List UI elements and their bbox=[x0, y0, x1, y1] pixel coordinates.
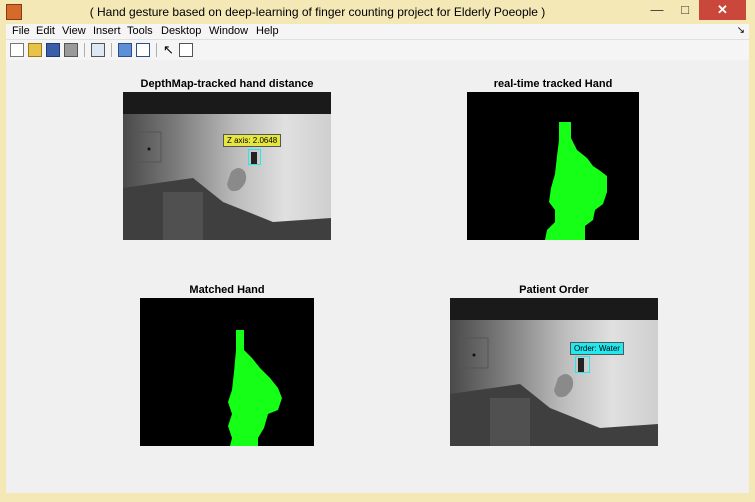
close-button[interactable]: ✕ bbox=[699, 0, 746, 20]
menu-edit[interactable]: Edit bbox=[36, 25, 55, 37]
tracked-hand-mask bbox=[545, 122, 607, 240]
window-title: ( Hand gesture based on deep-learning of… bbox=[89, 5, 546, 19]
hand-tracking-box bbox=[575, 356, 590, 373]
depth-map-scene bbox=[123, 92, 331, 240]
matlab-figure-window: ( Hand gesture based on deep-learning of… bbox=[0, 0, 755, 502]
open-file-icon[interactable] bbox=[28, 43, 42, 57]
print-preview-icon[interactable] bbox=[91, 43, 105, 57]
select-arrow-icon[interactable]: ↖ bbox=[163, 43, 177, 57]
link-plot-icon[interactable] bbox=[118, 43, 132, 57]
depth-map-title: DepthMap-tracked hand distance bbox=[140, 78, 314, 90]
matched-hand-mask bbox=[228, 330, 282, 446]
save-icon[interactable] bbox=[46, 43, 60, 57]
toolbar-separator bbox=[111, 43, 112, 57]
patient-order-title: Patient Order bbox=[519, 284, 589, 296]
depth-datatip[interactable]: Z axis: 2.0648 bbox=[223, 134, 282, 147]
matched-hand-image bbox=[140, 298, 314, 446]
patient-order-scene bbox=[450, 298, 658, 446]
hand-tracking-box bbox=[248, 149, 261, 165]
menu-desktop[interactable]: Desktop bbox=[161, 25, 201, 37]
print-icon[interactable] bbox=[64, 43, 78, 57]
property-inspector-icon[interactable] bbox=[179, 43, 193, 57]
insert-colorbar-icon[interactable] bbox=[136, 43, 150, 57]
menu-bar: File Edit View Insert Tools Desktop Wind… bbox=[6, 24, 749, 39]
toolbar-separator bbox=[156, 43, 157, 57]
menu-help[interactable]: Help bbox=[256, 25, 279, 37]
window-bottom-border bbox=[0, 493, 755, 502]
maximize-button[interactable]: □ bbox=[671, 0, 699, 20]
toolbar-separator bbox=[84, 43, 85, 57]
figure-canvas: DepthMap-tracked hand distance Z axis: 2… bbox=[6, 60, 749, 493]
menu-file[interactable]: File bbox=[12, 25, 30, 37]
figure-toolbar: ↖ bbox=[6, 39, 749, 61]
dock-arrow-icon[interactable]: ↘ bbox=[737, 25, 745, 36]
title-bar: ( Hand gesture based on deep-learning of… bbox=[0, 0, 755, 24]
patient-order-image: Order: Water bbox=[450, 298, 658, 446]
matched-hand-title: Matched Hand bbox=[189, 284, 265, 296]
menu-window[interactable]: Window bbox=[209, 25, 248, 37]
menu-tools[interactable]: Tools bbox=[127, 25, 153, 37]
tracked-hand-title: real-time tracked Hand bbox=[493, 78, 613, 90]
depth-map-image: Z axis: 2.0648 bbox=[123, 92, 331, 240]
minimize-button[interactable]: — bbox=[643, 0, 671, 20]
new-figure-icon[interactable] bbox=[10, 43, 24, 57]
menu-view[interactable]: View bbox=[62, 25, 86, 37]
tracked-hand-image bbox=[467, 92, 639, 240]
menu-insert[interactable]: Insert bbox=[93, 25, 121, 37]
order-datatip[interactable]: Order: Water bbox=[570, 342, 624, 355]
